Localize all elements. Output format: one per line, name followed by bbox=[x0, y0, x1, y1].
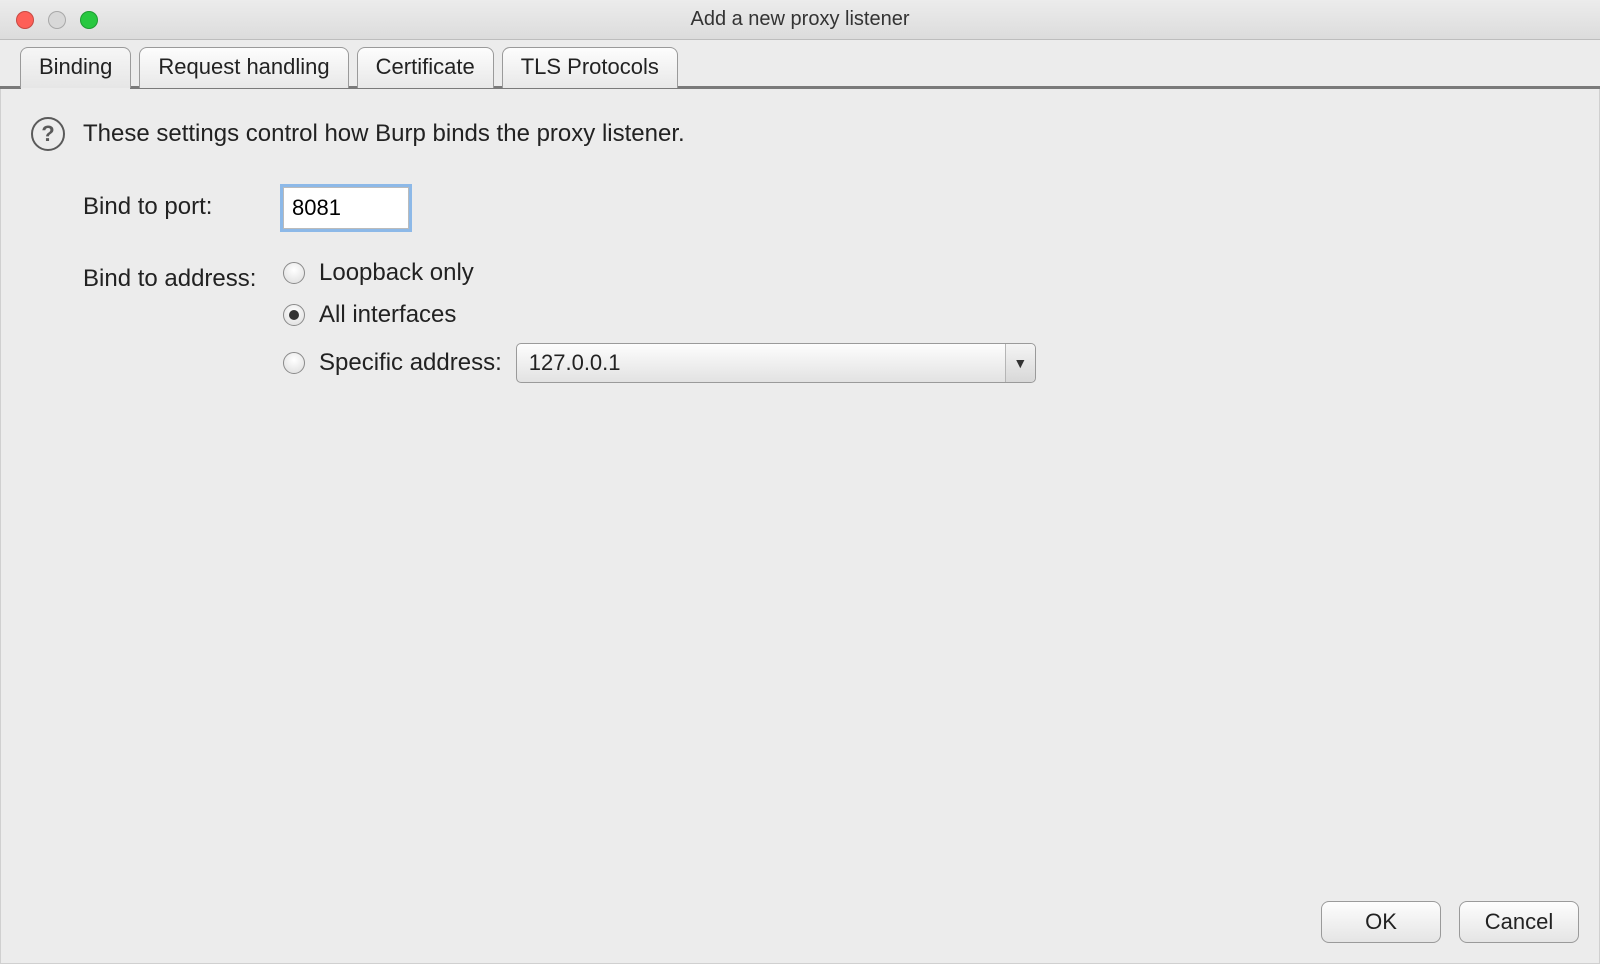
tab-binding[interactable]: Binding bbox=[20, 47, 131, 88]
radio-specific-address[interactable] bbox=[283, 352, 305, 374]
window-title: Add a new proxy listener bbox=[690, 8, 909, 31]
form: Bind to port: Bind to address: Loopback … bbox=[83, 187, 1569, 383]
row-bind-port: Bind to port: bbox=[83, 187, 1569, 229]
dialog-footer: OK Cancel bbox=[1321, 901, 1579, 943]
help-text: These settings control how Burp binds th… bbox=[83, 120, 685, 148]
radio-loopback[interactable] bbox=[283, 262, 305, 284]
specific-address-value: 127.0.0.1 bbox=[517, 350, 1005, 376]
window-controls bbox=[16, 11, 98, 29]
specific-address-select[interactable]: 127.0.0.1 ▼ bbox=[516, 343, 1036, 383]
radio-label-specific: Specific address: bbox=[319, 349, 502, 377]
ok-button[interactable]: OK bbox=[1321, 901, 1441, 943]
radio-item-all[interactable]: All interfaces bbox=[283, 301, 1036, 329]
help-icon[interactable]: ? bbox=[31, 117, 65, 151]
minimize-icon[interactable] bbox=[48, 11, 66, 29]
close-icon[interactable] bbox=[16, 11, 34, 29]
cancel-button[interactable]: Cancel bbox=[1459, 901, 1579, 943]
tab-tls-protocols[interactable]: TLS Protocols bbox=[502, 47, 678, 88]
radio-item-specific[interactable]: Specific address: 127.0.0.1 ▼ bbox=[283, 343, 1036, 383]
window-body: Binding Request handling Certificate TLS… bbox=[0, 40, 1600, 964]
row-bind-address: Bind to address: Loopback only All inter… bbox=[83, 259, 1569, 383]
radio-item-loopback[interactable]: Loopback only bbox=[283, 259, 1036, 287]
radio-group-bind-address: Loopback only All interfaces Specific ad… bbox=[283, 259, 1036, 383]
radio-all-interfaces[interactable] bbox=[283, 304, 305, 326]
tab-request-handling[interactable]: Request handling bbox=[139, 47, 348, 88]
help-row: ? These settings control how Burp binds … bbox=[31, 117, 1569, 151]
maximize-icon[interactable] bbox=[80, 11, 98, 29]
panel-inner: ? These settings control how Burp binds … bbox=[0, 89, 1600, 964]
titlebar: Add a new proxy listener bbox=[0, 0, 1600, 40]
tabs: Binding Request handling Certificate TLS… bbox=[0, 40, 1600, 88]
radio-label-all: All interfaces bbox=[319, 301, 456, 329]
bind-port-input[interactable] bbox=[283, 187, 409, 229]
label-bind-address: Bind to address: bbox=[83, 259, 283, 293]
tab-certificate[interactable]: Certificate bbox=[357, 47, 494, 88]
label-bind-port: Bind to port: bbox=[83, 187, 283, 221]
radio-label-loopback: Loopback only bbox=[319, 259, 474, 287]
chevron-down-icon: ▼ bbox=[1005, 344, 1035, 382]
tab-panel: ? These settings control how Burp binds … bbox=[0, 88, 1600, 964]
